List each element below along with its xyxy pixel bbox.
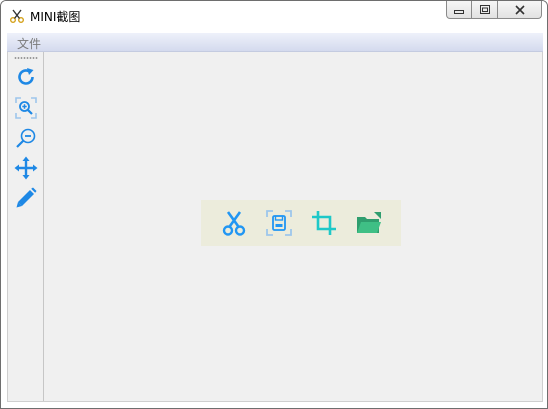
zoom-out-button[interactable] [13,125,39,151]
open-folder-button[interactable] [352,206,386,240]
pen-button[interactable] [13,185,39,211]
save-icon [265,210,292,236]
crop-button[interactable] [307,206,341,240]
caption-buttons [446,1,542,21]
maximize-icon [479,4,490,14]
maximize-button[interactable] [472,1,498,19]
move-button[interactable] [13,155,39,181]
menu-bar: 文件 [7,33,543,52]
close-icon [514,4,525,15]
left-toolbar [8,52,44,401]
open-folder-icon [356,212,381,233]
minimize-icon [454,9,464,14]
menu-file[interactable]: 文件 [17,35,41,52]
pen-icon [16,187,37,208]
zoom-in-button[interactable] [13,95,39,121]
window-title: MINI截图 [30,10,81,24]
rotate-icon [18,68,34,85]
window-bottom-edge [1,402,547,408]
move-icon [14,156,38,180]
close-button[interactable] [498,1,542,19]
capture-action-panel [201,200,401,246]
canvas-area[interactable] [7,52,543,402]
save-button[interactable] [262,206,296,240]
scissors-app-icon [10,9,24,23]
main-window: MINI截图 文件 [0,0,548,409]
minimize-button[interactable] [446,1,472,19]
toolbar-grip[interactable] [14,57,38,59]
zoom-in-icon [15,97,37,119]
title-bar[interactable]: MINI截图 [1,1,547,33]
rotate-button[interactable] [13,64,39,90]
capture-button[interactable] [217,206,251,240]
capture-scissors-icon [222,211,245,236]
zoom-out-icon [16,128,36,148]
crop-icon [311,211,336,235]
